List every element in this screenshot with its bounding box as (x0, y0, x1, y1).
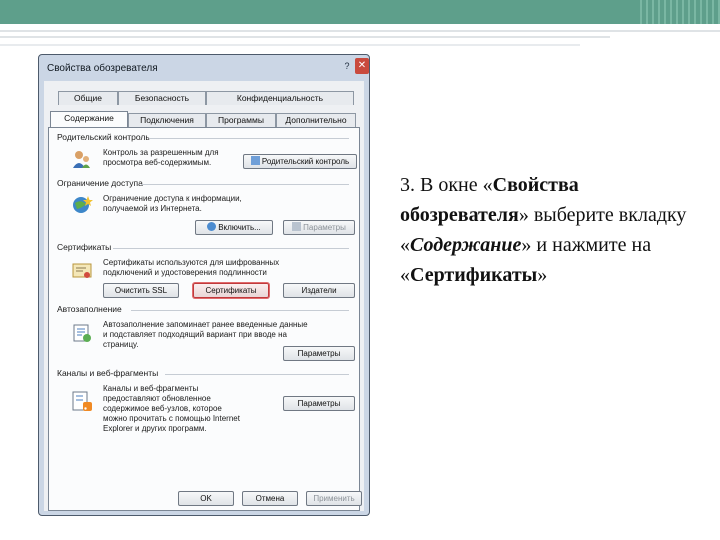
feeds-icon (72, 391, 92, 411)
group-title-certificates: Сертификаты (57, 242, 112, 252)
publishers-button[interactable]: Издатели (283, 283, 355, 298)
ok-button[interactable]: OK (178, 491, 234, 506)
autocomplete-description: Автозаполнение запоминает ранее введенны… (103, 320, 308, 349)
slide-divider (0, 30, 720, 32)
tab-general[interactable]: Общие (58, 91, 118, 105)
dialog-title: Свойства обозревателя (47, 63, 158, 74)
tab-programs[interactable]: Программы (206, 113, 276, 127)
tab-privacy[interactable]: Конфиденциальность (206, 91, 354, 105)
params-button-icon (292, 222, 302, 231)
close-button[interactable]: ✕ (355, 58, 369, 74)
group-title-autocomplete: Автозаполнение (57, 304, 122, 314)
instruction-button-name: Сертификаты (410, 264, 538, 286)
autocomplete-icon (73, 324, 91, 342)
group-title-access: Ограничение доступа (57, 178, 143, 188)
parental-button-icon (250, 156, 260, 165)
apply-button[interactable]: Применить (306, 491, 362, 506)
group-divider (113, 248, 349, 249)
feeds-description: Каналы и веб-фрагменты предоставляют обн… (103, 384, 240, 433)
instruction-text: 3. В окне «Свойства обозревателя» выбери… (400, 170, 712, 290)
access-params-label: Параметры (303, 223, 346, 232)
access-description: Ограничение доступа к информации, получа… (103, 194, 242, 213)
feeds-params-button[interactable]: Параметры (283, 396, 355, 411)
dialog-client-area: Общие Безопасность Конфиденциальность Со… (44, 81, 364, 511)
slide-top-stripes (640, 0, 720, 24)
enable-button-label: Включить... (218, 223, 261, 232)
content-tab-panel: Родительский контроль Контроль за разреш… (48, 127, 360, 511)
internet-options-dialog: Свойства обозревателя ? ✕ Общие Безопасн… (38, 54, 370, 516)
slide-divider (0, 36, 610, 38)
cancel-button[interactable]: Отмена (242, 491, 298, 506)
instruction-tab-name: Содержание (410, 234, 522, 256)
enable-button-icon (207, 222, 217, 231)
group-divider (131, 310, 349, 311)
autocomplete-params-button[interactable]: Параметры (283, 346, 355, 361)
tab-content[interactable]: Содержание (50, 111, 128, 127)
group-divider (141, 184, 349, 185)
tab-connections[interactable]: Подключения (128, 113, 206, 127)
parental-control-button[interactable]: Родительский контроль (243, 154, 357, 169)
enable-access-button[interactable]: Включить... (195, 220, 273, 235)
dialog-titlebar[interactable]: Свойства обозревателя ? ✕ (39, 55, 369, 81)
tab-advanced[interactable]: Дополнительно (276, 113, 356, 127)
parental-control-icon (73, 151, 90, 168)
instruction-part: » (537, 264, 548, 286)
help-button[interactable]: ? (340, 59, 354, 73)
group-title-feeds: Каналы и веб-фрагменты (57, 368, 159, 378)
group-divider (165, 374, 349, 375)
slide-top-bar (0, 0, 720, 24)
clear-ssl-button[interactable]: Очистить SSL (103, 283, 179, 298)
instruction-part: 3. В окне « (400, 174, 493, 196)
tab-security[interactable]: Безопасность (118, 91, 206, 105)
globe-star-icon (73, 196, 93, 213)
parental-button-label: Родительский контроль (261, 157, 350, 166)
group-title-parental: Родительский контроль (57, 132, 150, 142)
certificates-description: Сертификаты используются для шифрованных… (103, 258, 280, 277)
group-divider (149, 138, 349, 139)
access-params-button[interactable]: Параметры (283, 220, 355, 235)
slide-divider (0, 44, 580, 46)
parental-description: Контроль за разрешенным для просмотра ве… (103, 148, 219, 167)
certificates-button[interactable]: Сертификаты (193, 283, 269, 298)
certificate-icon (72, 263, 92, 278)
